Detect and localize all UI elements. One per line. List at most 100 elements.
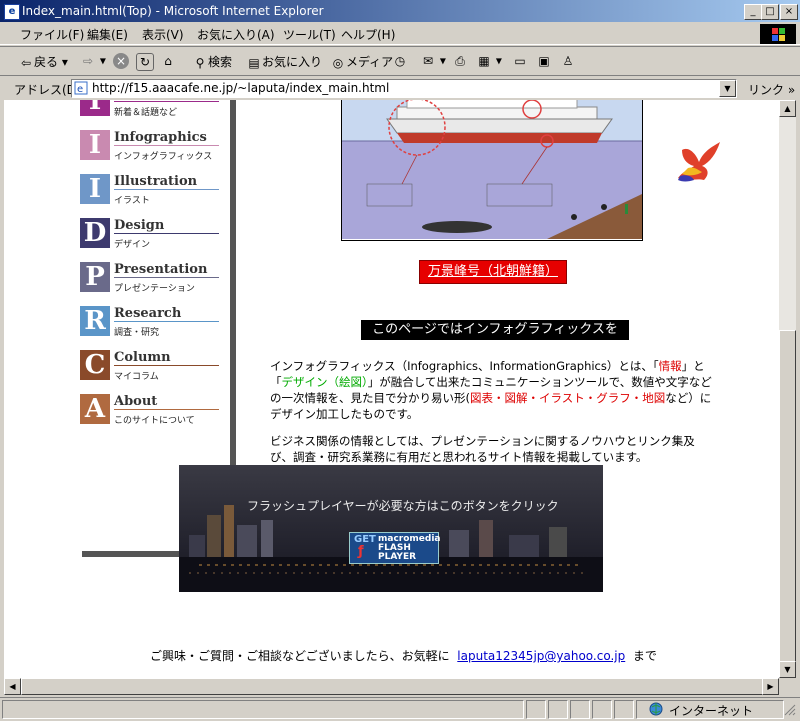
nav-item-title: About	[114, 394, 158, 409]
stop-button[interactable]: ×	[113, 53, 129, 69]
nav-item-research[interactable]: R Research 調査・研究	[76, 306, 226, 346]
stop-icon: ×	[113, 53, 129, 69]
nav-item-subtitle: 新着＆話題など	[114, 108, 178, 118]
history-button[interactable]: ◷	[392, 53, 408, 69]
flash-logo-icon: ƒ	[358, 544, 364, 559]
nav-letter-icon: I	[80, 174, 110, 204]
minimize-button[interactable]: _	[744, 4, 762, 20]
nav-item-title: Column	[114, 350, 171, 365]
edit-button[interactable]: ▦ ▾	[476, 53, 502, 69]
nav-item-about[interactable]: A About このサイトについて	[76, 394, 226, 434]
ie-app-icon: e	[4, 4, 20, 20]
address-bar: アドレス(D) e http://f15.aaacafe.ne.jp/~lapu…	[0, 75, 800, 100]
horizontal-scroll-thumb[interactable]	[21, 678, 764, 695]
get-flash-player-button[interactable]: GET macromedia ƒ FLASH PLAYER	[349, 532, 441, 564]
nav-divider	[114, 233, 219, 234]
nav-letter-icon: P	[80, 262, 110, 292]
address-input[interactable]: e http://f15.aaacafe.ne.jp/~laputa/index…	[71, 79, 737, 98]
menu-favorites[interactable]: お気に入り(A)	[197, 26, 275, 43]
address-url: http://f15.aaacafe.ne.jp/~laputa/index_m…	[92, 81, 390, 95]
window-title: Index_main.html(Top) - Microsoft Interne…	[22, 4, 324, 18]
favorites-button[interactable]: ▤ お気に入り	[246, 53, 322, 71]
flash-player-banner: フラッシュプレイヤーが必要な方はこのボタンをクリック GET macromedi…	[179, 465, 603, 592]
design-keyword: デザイン（絵図）	[281, 375, 368, 389]
nav-divider	[114, 277, 219, 278]
phoenix-bird-image	[674, 140, 724, 184]
nav-item-title: Illustration	[114, 174, 198, 189]
nav-item-topics[interactable]: TTopics新着＆話題など	[76, 100, 226, 126]
refresh-button[interactable]: ↻	[136, 53, 154, 71]
maximize-button[interactable]: □	[761, 4, 779, 20]
ship-infographic-image	[341, 100, 643, 241]
menu-help[interactable]: ヘルプ(H)	[341, 26, 395, 43]
home-button[interactable]: ⌂	[160, 53, 176, 69]
menu-bar: ファイル(F) 編集(E) 表示(V) お気に入り(A) ツール(T) ヘルプ(…	[0, 22, 800, 45]
vertical-scrollbar[interactable]: ▲ ▼	[779, 100, 796, 678]
menu-file[interactable]: ファイル(F)	[20, 26, 84, 43]
links-button[interactable]: リンク »	[748, 81, 795, 98]
home-icon: ⌂	[164, 54, 172, 68]
nav-item-presentation[interactable]: P Presentation プレゼンテーション	[76, 262, 226, 302]
nav-letter-icon: T	[80, 100, 110, 116]
nav-item-infographics[interactable]: I Infographics インフォグラフィックス	[76, 130, 226, 170]
menu-tools[interactable]: ツール(T)	[283, 26, 336, 43]
svg-text:e: e	[77, 84, 83, 95]
nav-divider	[114, 409, 219, 410]
standard-toolbar: ⇦ 戻る ▾ ⇨ ▾ × ↻ ⌂ ⚲ 検索 ▤ お気に入り ◎ メディア ◷ ✉ ▾ ⎙…	[0, 46, 800, 76]
search-button[interactable]: ⚲ 検索	[192, 53, 232, 71]
horizontal-scrollbar[interactable]: ◀ ▶	[4, 678, 779, 695]
intro-paragraph: インフォグラフィックス（Infographics、InformationGrap…	[270, 359, 712, 421]
messenger-icon: ♙	[562, 54, 574, 68]
resize-grip-icon[interactable]	[784, 704, 796, 716]
back-button[interactable]: ⇦ 戻る ▾	[18, 53, 68, 71]
mail-button[interactable]: ✉ ▾	[420, 53, 446, 69]
forms-keyword: 図表・図解・イラスト・グラフ・地図	[470, 391, 666, 405]
nav-item-title: Infographics	[114, 130, 207, 145]
flash-prompt-text: フラッシュプレイヤーが必要な方はこのボタンをクリック	[247, 499, 559, 513]
research-button[interactable]: ▣	[536, 53, 552, 69]
nav-item-illustration[interactable]: I Illustration イラスト	[76, 174, 226, 214]
nav-item-column[interactable]: C Column マイコラム	[76, 350, 226, 390]
address-dropdown-button[interactable]: ▼	[719, 80, 736, 97]
search-icon: ⚲	[195, 55, 205, 70]
status-pane	[548, 700, 568, 719]
media-icon: ◎	[332, 55, 344, 70]
nav-letter-icon: C	[80, 350, 110, 380]
media-button[interactable]: ◎ メディア	[330, 53, 393, 71]
info-keyword: 情報	[658, 359, 682, 373]
nav-item-design[interactable]: D Design デザイン	[76, 218, 226, 258]
nav-letter-icon: R	[80, 306, 110, 336]
nav-letter-icon: I	[80, 130, 110, 160]
status-pane	[570, 700, 590, 719]
scroll-up-button[interactable]: ▲	[779, 100, 796, 117]
nav-letter-icon: D	[80, 218, 110, 248]
scroll-left-button[interactable]: ◀	[4, 678, 21, 695]
forward-button[interactable]: ⇨ ▾	[80, 53, 106, 69]
nav-item-subtitle: マイコラム	[114, 372, 159, 382]
discuss-button[interactable]: ▭	[512, 53, 528, 69]
nav-item-subtitle: イラスト	[114, 196, 150, 206]
scroll-down-button[interactable]: ▼	[779, 661, 796, 678]
nav-divider	[114, 321, 219, 322]
history-icon: ◷	[394, 54, 406, 68]
messenger-button[interactable]: ♙	[560, 53, 576, 69]
edit-icon: ▦	[478, 54, 490, 68]
vertical-scroll-thumb[interactable]	[779, 330, 796, 672]
nav-divider	[114, 145, 219, 146]
nav-item-subtitle: デザイン	[114, 240, 151, 250]
windows-logo-icon	[760, 24, 796, 44]
scroll-right-button[interactable]: ▶	[762, 678, 779, 695]
nav-item-title: Design	[114, 218, 165, 233]
close-button[interactable]: ×	[780, 4, 798, 20]
nav-item-subtitle: 調査・研究	[114, 328, 160, 338]
nav-divider	[114, 189, 219, 190]
research-icon: ▣	[538, 54, 550, 68]
page-icon: e	[74, 81, 88, 95]
nav-item-title: Presentation	[114, 262, 208, 277]
ship-name-link[interactable]: 万景峰号（北朝鮮籍）	[419, 260, 567, 284]
menu-view[interactable]: 表示(V)	[142, 26, 184, 43]
status-pane	[614, 700, 634, 719]
contact-email-link[interactable]: laputa12345jp@yahoo.co.jp	[457, 649, 625, 663]
print-button[interactable]: ⎙	[452, 53, 468, 69]
menu-edit[interactable]: 編集(E)	[87, 26, 128, 43]
